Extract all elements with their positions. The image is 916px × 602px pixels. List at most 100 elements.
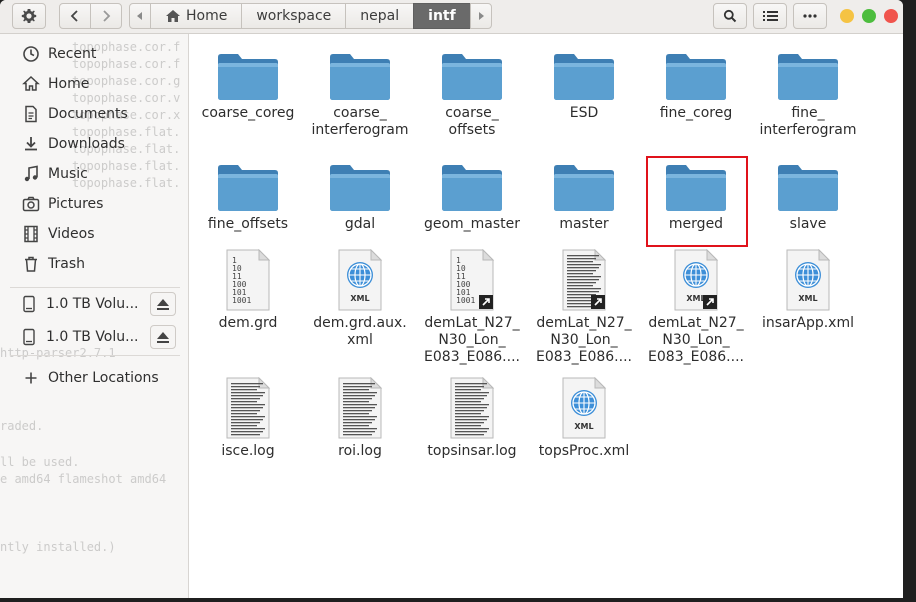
sidebar-item-label: Pictures — [48, 196, 104, 212]
folder-icon — [752, 156, 864, 212]
folder-item[interactable]: slave — [752, 156, 864, 233]
crumb-label: workspace — [256, 8, 332, 24]
file-item[interactable]: roi.log — [304, 373, 416, 460]
crumb-intf[interactable]: intf — [413, 3, 471, 29]
folder-item[interactable]: fine_coreg — [640, 45, 752, 122]
file-name-line: geom_master — [423, 216, 521, 232]
maximize-button[interactable] — [862, 9, 876, 23]
more-icon — [803, 14, 817, 18]
path-scroll-right-button[interactable] — [469, 3, 492, 29]
sidebar-item-downloads[interactable]: Downloads — [0, 129, 188, 159]
sidebar-item-trash[interactable]: Trash — [0, 249, 188, 279]
folder-item[interactable]: coarse_ offsets — [416, 45, 528, 139]
file-name-line: roi.log — [338, 443, 382, 459]
sidebar-item-videos[interactable]: Videos — [0, 219, 188, 249]
folder-icon — [304, 45, 416, 101]
sidebar-item-label: Documents — [48, 106, 128, 122]
crumb-workspace[interactable]: workspace — [241, 3, 347, 29]
eject-button[interactable] — [150, 292, 176, 316]
sidebar-item-label: Downloads — [48, 136, 125, 152]
trash-icon — [22, 255, 40, 273]
file-name-line: demLat_N27_ — [648, 315, 744, 331]
file-name-line: isce.log — [221, 443, 275, 459]
folder-icon — [528, 156, 640, 212]
path-scroll-left-button[interactable] — [129, 3, 151, 29]
file-item[interactable]: topsinsar.log — [416, 373, 528, 460]
folder-item[interactable]: master — [528, 156, 640, 233]
view-options-button[interactable] — [793, 3, 827, 29]
sidebar-divider — [10, 287, 180, 288]
folder-icon — [640, 45, 752, 101]
file-item[interactable]: XML topsProc.xml — [528, 373, 640, 460]
sidebar-item-other-locations[interactable]: Other Locations — [0, 363, 188, 393]
folder-item[interactable]: coarse_coreg — [192, 45, 304, 122]
home-icon — [22, 75, 40, 93]
text-file-icon — [528, 245, 640, 311]
file-item[interactable]: 1 10 11 100 101 1001 dem.grd — [192, 245, 304, 332]
file-name-line: N30_Lon_ — [438, 332, 506, 348]
folder-item[interactable]: gdal — [304, 156, 416, 233]
text-file-icon — [304, 373, 416, 439]
file-item[interactable]: isce.log — [192, 373, 304, 460]
sidebar-item-label: 1.0 TB Volu... — [46, 296, 139, 312]
file-item[interactable]: 1 10 11 100 101 1001 demLat_N27_ N30_Lon_ E083_E… — [416, 245, 528, 366]
folder-icon — [304, 156, 416, 212]
close-button[interactable] — [884, 9, 898, 23]
file-grid: coarse_coreg coarse_ interferogram coarse_ o… — [190, 35, 903, 598]
triangle-left-icon — [137, 12, 142, 20]
binary-file-icon: 1 10 11 100 101 1001 — [416, 245, 528, 311]
file-manager-window: Home workspace nepal intf topophase.cor.… — [0, 0, 903, 598]
sidebar-item-documents[interactable]: Documents — [0, 99, 188, 129]
folder-item[interactable]: ESD — [528, 45, 640, 122]
file-name-line: fine_ — [791, 105, 825, 121]
file-item[interactable]: XML demLat_N27_ N30_Lon_ E083_E086.... — [640, 245, 752, 366]
file-name-line: topsinsar.log — [427, 443, 517, 459]
sidebar-item-pictures[interactable]: Pictures — [0, 189, 188, 219]
folder-icon — [416, 156, 528, 212]
view-list-button[interactable] — [753, 3, 787, 29]
crumb-home[interactable]: Home — [150, 3, 243, 29]
file-name-line: demLat_N27_ — [536, 315, 632, 331]
sidebar-item-recent[interactable]: Recent — [0, 39, 188, 69]
sidebar-item-music[interactable]: Music — [0, 159, 188, 189]
file-name-line: E083_E086.... — [424, 349, 520, 365]
folder-item[interactable]: coarse_ interferogram — [304, 45, 416, 139]
folder-item[interactable]: fine_ interferogram — [752, 45, 864, 139]
folder-item[interactable]: geom_master — [416, 156, 528, 233]
xml-file-icon: XML — [752, 245, 864, 311]
eject-icon — [157, 331, 169, 343]
menu-button[interactable] — [12, 3, 46, 29]
search-button[interactable] — [713, 3, 747, 29]
forward-button[interactable] — [90, 3, 122, 29]
eject-button[interactable] — [150, 325, 176, 349]
text-file-icon — [192, 373, 304, 439]
file-name-line: N30_Lon_ — [662, 332, 730, 348]
selection-highlight — [646, 156, 748, 247]
file-item[interactable]: XML insarApp.xml — [752, 245, 864, 332]
download-icon — [22, 135, 40, 153]
file-name-line: fine_offsets — [207, 216, 289, 232]
terminal-ghost-line: e amd64 flameshot amd64 — [0, 472, 167, 486]
file-name-line: fine_coreg — [659, 105, 733, 121]
terminal-ghost-line: ll be used. — [0, 455, 80, 469]
svg-text:XML: XML — [686, 294, 705, 303]
minimize-button[interactable] — [840, 9, 854, 23]
crumb-nepal[interactable]: nepal — [345, 3, 415, 29]
sidebar-divider — [10, 355, 180, 356]
path-bar: Home workspace nepal intf — [129, 3, 492, 29]
back-button[interactable] — [59, 3, 91, 29]
clock-icon — [22, 45, 40, 63]
file-name-line: insarApp.xml — [761, 315, 854, 331]
crumb-label: intf — [428, 8, 456, 24]
file-item[interactable]: XML dem.grd.aux. xml — [304, 245, 416, 349]
camera-icon — [22, 195, 40, 213]
file-item[interactable]: demLat_N27_ N30_Lon_ E083_E086.... — [528, 245, 640, 366]
file-name-line: demLat_N27_ — [424, 315, 520, 331]
xml-file-icon: XML — [640, 245, 752, 311]
sidebar-item-label: Videos — [48, 226, 95, 242]
folder-item[interactable]: fine_offsets — [192, 156, 304, 233]
drive-icon — [20, 295, 38, 313]
sidebar-item-home[interactable]: Home — [0, 69, 188, 99]
binary-file-icon: 1 10 11 100 101 1001 — [192, 245, 304, 311]
file-name-line: master — [559, 216, 609, 232]
